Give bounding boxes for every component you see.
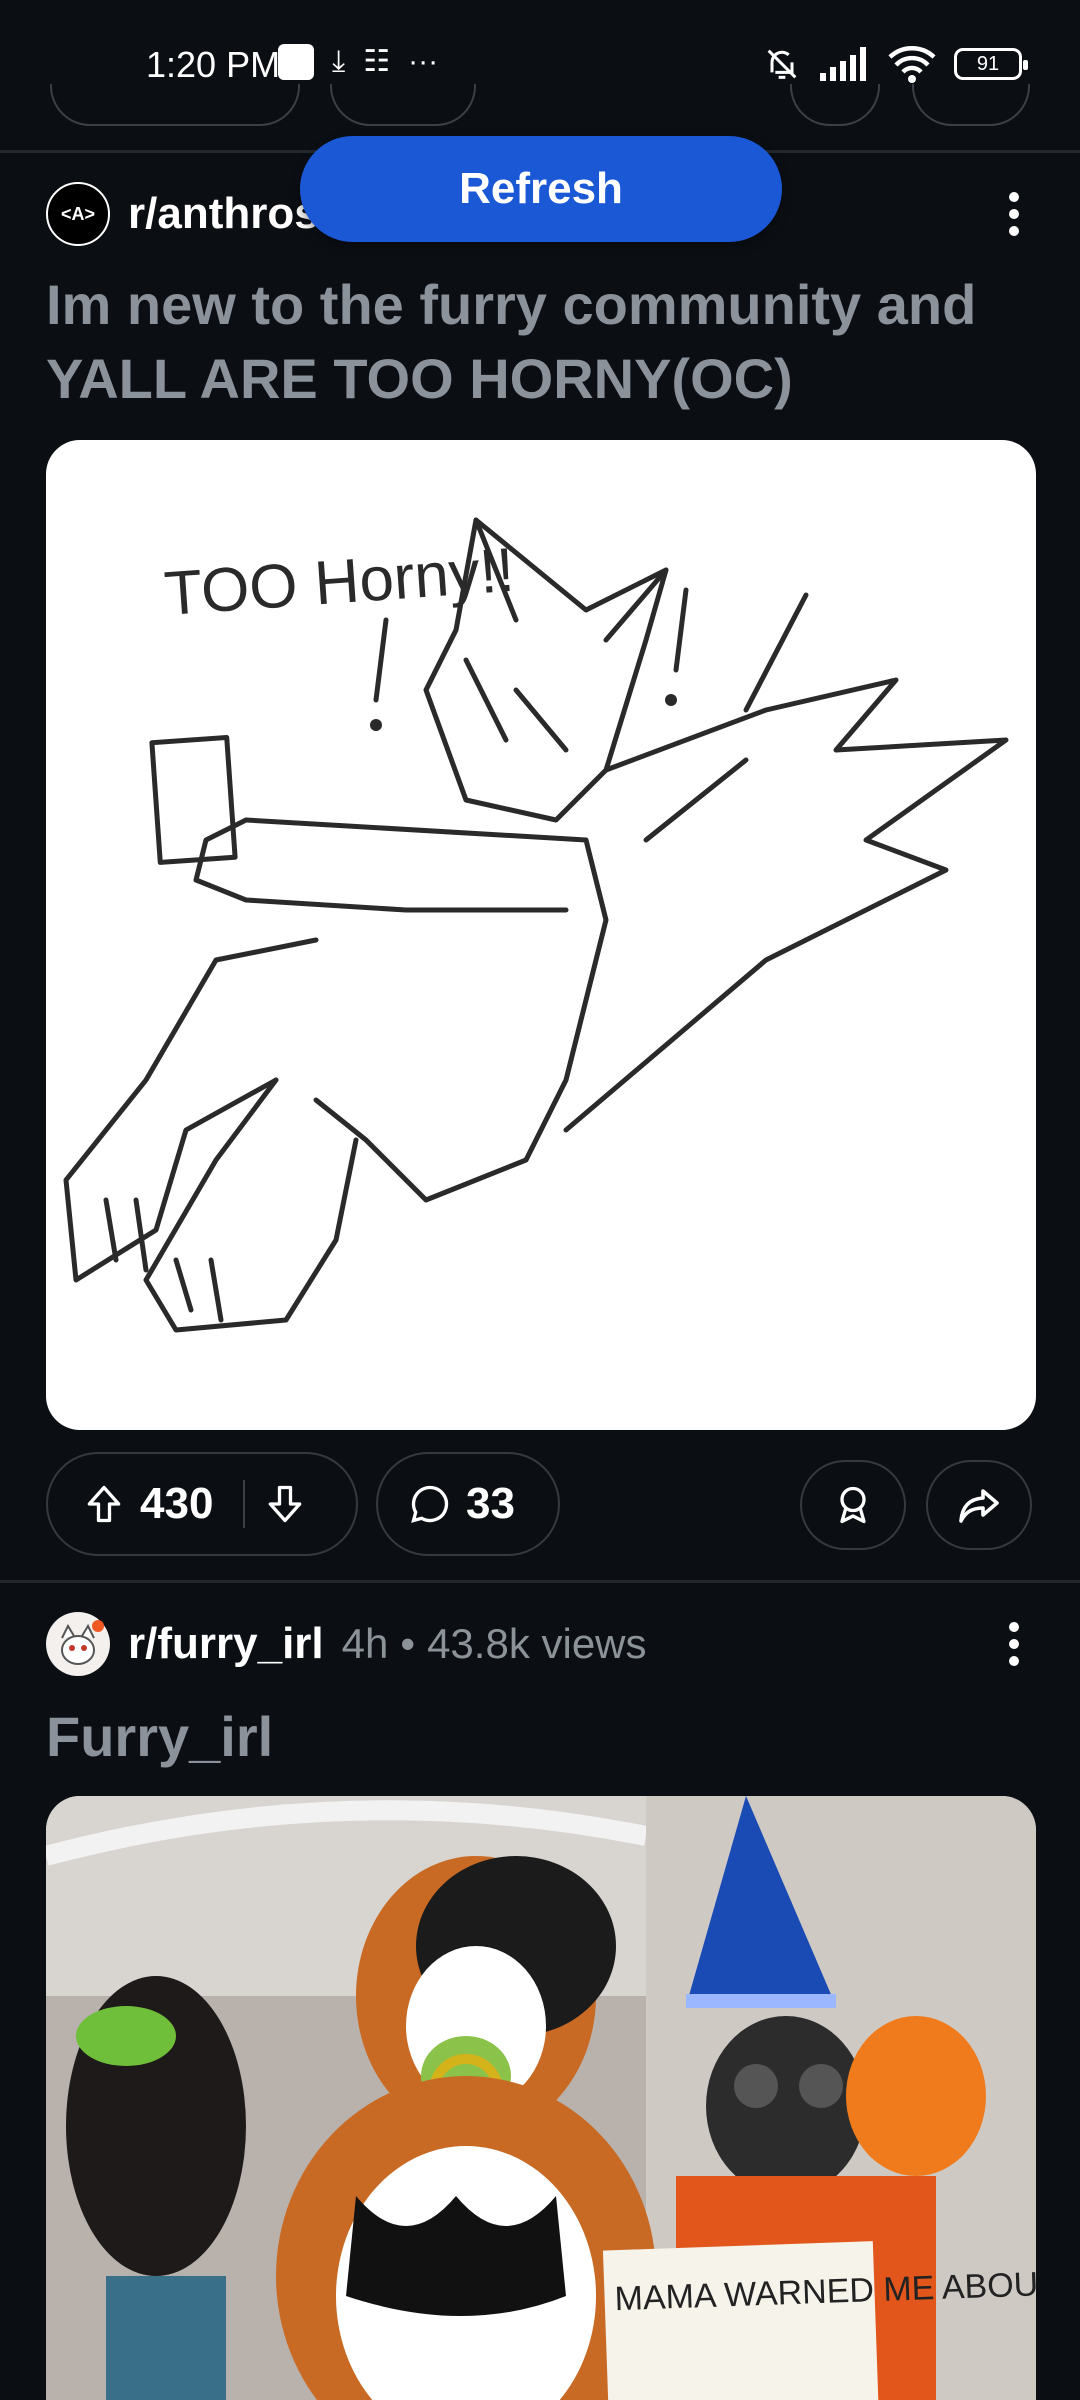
filter-chip[interactable]: [912, 84, 1030, 126]
post-options-button[interactable]: [994, 184, 1034, 244]
award-icon: [831, 1483, 875, 1527]
status-time: 1:20 PM: [146, 44, 281, 85]
view-count: 43.8k views: [427, 1620, 647, 1667]
share-button[interactable]: [926, 1460, 1032, 1550]
sketch-dot: [370, 719, 382, 731]
reddit-feed-screen: 1:20 PM ⤓ ☷ ··· 91 <A> r/anthros Refresh…: [0, 0, 1080, 2400]
more-dot: [1009, 226, 1019, 236]
subreddit-name[interactable]: r/furry_irl: [128, 1619, 324, 1669]
post-header: r/furry_irl 4h • 43.8k views: [46, 1612, 647, 1676]
post-options-button[interactable]: [994, 1614, 1034, 1674]
status-bar: 1:20 PM ⤓ ☷ ··· 91: [0, 0, 1080, 130]
upvote-icon[interactable]: [82, 1482, 126, 1526]
status-right-icons: 91: [762, 44, 1028, 84]
download-icon: ⤓: [332, 45, 346, 78]
post-age: 4h: [341, 1620, 389, 1667]
meta-separator: •: [400, 1620, 416, 1667]
list-icon: ☷: [363, 45, 391, 78]
filter-chip[interactable]: [50, 84, 300, 126]
sketch-dot: [665, 694, 677, 706]
convention-photo: MAMA WARNED ME ABOUT WOMEN: [46, 1796, 1036, 2400]
filter-chip[interactable]: [790, 84, 880, 126]
signal-icon: [820, 47, 870, 81]
award-button[interactable]: [800, 1460, 906, 1550]
subreddit-avatar[interactable]: [46, 1612, 110, 1676]
downvote-icon[interactable]: [263, 1482, 307, 1526]
post-image[interactable]: TOO Horny!!: [46, 440, 1036, 1430]
post-title[interactable]: Furry_irl: [46, 1700, 1036, 1774]
more-notifications-icon: ···: [408, 45, 439, 78]
post-header: <A> r/anthros: [46, 182, 319, 246]
divider: [0, 1580, 1080, 1583]
refresh-button[interactable]: Refresh: [300, 136, 782, 242]
subreddit-avatar[interactable]: <A>: [46, 182, 110, 246]
share-icon: [955, 1481, 1003, 1529]
filter-chip[interactable]: [330, 84, 476, 126]
vote-control: 430: [46, 1452, 358, 1556]
more-dot: [1009, 1656, 1019, 1666]
app-notification-icon: [278, 44, 314, 80]
furry-avatar-icon: [48, 1614, 108, 1674]
image-caption: TOO Horny!!: [162, 536, 516, 629]
mute-bell-icon: [762, 44, 802, 84]
more-dot: [1009, 209, 1019, 219]
wifi-icon: [888, 45, 936, 83]
post-image[interactable]: MAMA WARNED ME ABOUT WOMEN: [46, 1796, 1036, 2400]
vote-separator: [243, 1480, 246, 1528]
battery-icon: 91: [954, 48, 1028, 80]
comment-icon: [408, 1482, 452, 1526]
comment-count: 33: [466, 1479, 515, 1528]
upvote-count: 430: [140, 1479, 214, 1528]
more-dot: [1009, 1622, 1019, 1632]
more-dot: [1009, 192, 1019, 202]
fox-sketch-illustration: TOO Horny!!: [63, 517, 1009, 1333]
comments-button[interactable]: 33: [376, 1452, 560, 1556]
post-title[interactable]: Im new to the furry community and YALL A…: [46, 268, 1036, 416]
subreddit-name[interactable]: r/anthros: [128, 189, 319, 239]
status-left-icons: ⤓ ☷ ···: [278, 44, 438, 80]
more-dot: [1009, 1639, 1019, 1649]
